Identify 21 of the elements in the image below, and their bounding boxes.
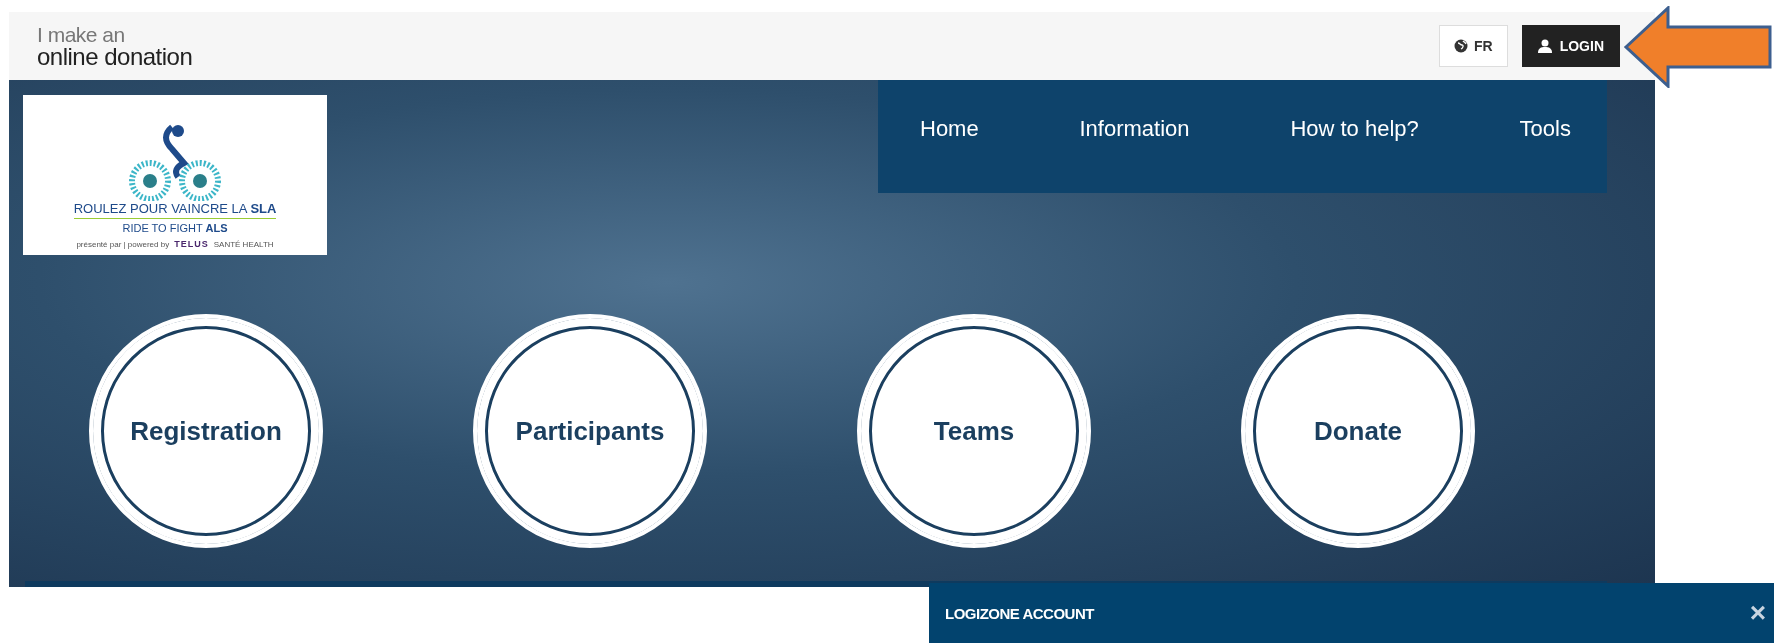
brand-logo-text: I make an bbox=[37, 23, 126, 45]
action-circle-button[interactable]: Teams bbox=[857, 314, 1091, 548]
action-circle-button[interactable]: Participants bbox=[473, 314, 707, 548]
action-circle-button[interactable]: Registration bbox=[89, 314, 323, 548]
brand-logo-text: online donation bbox=[37, 44, 193, 69]
sponsor-caption: présenté par | powered by bbox=[76, 239, 170, 249]
nav-link[interactable]: Home bbox=[920, 116, 979, 142]
panel-title: LOGIZONE ACCOUNT bbox=[945, 604, 1094, 622]
event-title: RIDE TO FIGHT ALS bbox=[122, 222, 228, 234]
sponsor-caption: SANTÉ HEALTH bbox=[213, 239, 274, 249]
event-title: ROULEZ POUR VAINCRE LA SLA bbox=[73, 201, 277, 219]
language-button[interactable]: FR bbox=[1439, 25, 1508, 67]
login-button[interactable]: LOGIN bbox=[1521, 25, 1620, 67]
globe-icon bbox=[1454, 39, 1468, 53]
nav-link[interactable]: How to help? bbox=[1290, 116, 1419, 142]
action-circle-button[interactable]: Donate bbox=[1241, 314, 1475, 548]
sponsor-name: TELUS bbox=[174, 239, 209, 249]
close-button[interactable]: × bbox=[1749, 597, 1766, 629]
nav-link[interactable]: Information bbox=[1079, 116, 1190, 142]
nav-link[interactable]: Tools bbox=[1519, 116, 1571, 142]
user-icon bbox=[1537, 39, 1552, 53]
